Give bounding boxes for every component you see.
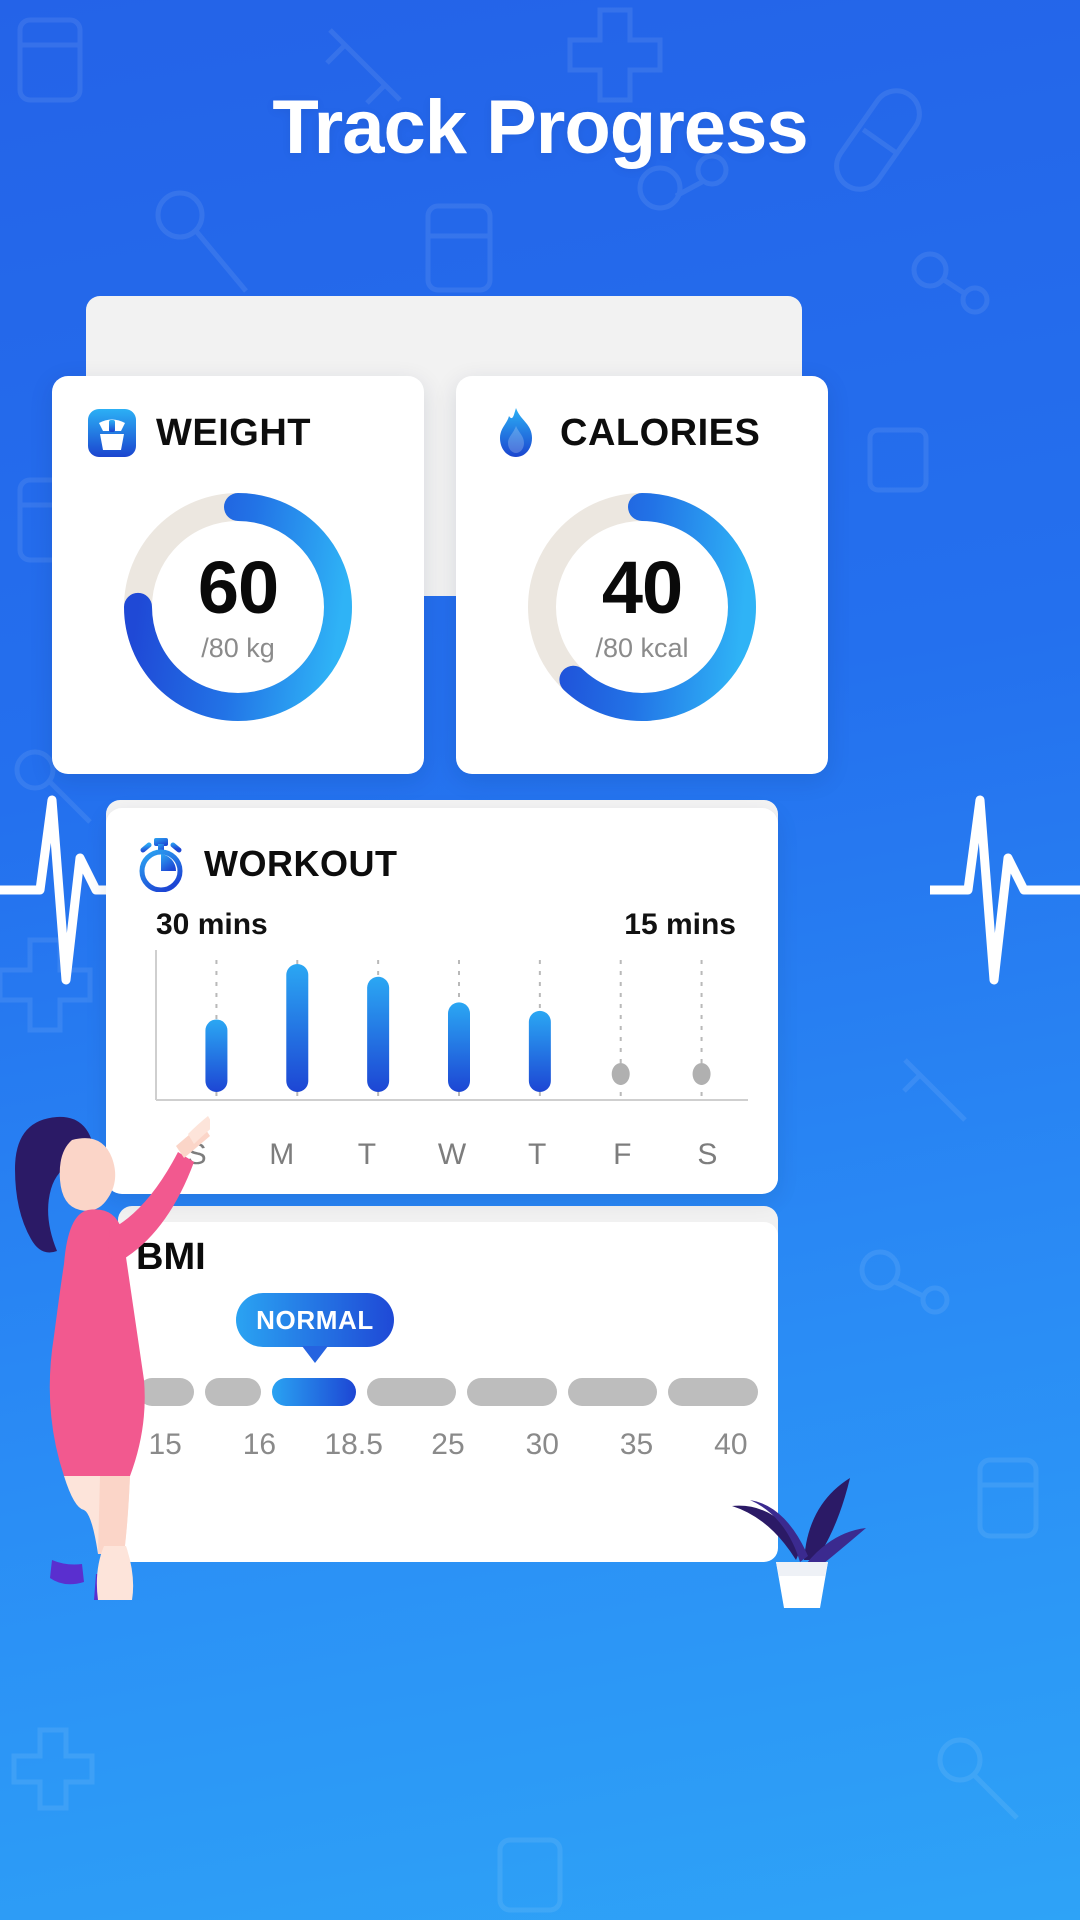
weight-gauge-center: 60 /80 kg [113, 482, 363, 732]
bmi-tick: 18.5 [324, 1428, 383, 1461]
bmi-tick: 16 [242, 1428, 277, 1461]
bmi-tick: 30 [525, 1428, 559, 1461]
bmi-status-badge[interactable]: NORMAL [236, 1293, 394, 1347]
weight-target: /80 kg [201, 632, 275, 663]
woman-illustration [15, 1116, 210, 1600]
calories-target: /80 kcal [595, 632, 689, 663]
scale-icon [88, 409, 136, 457]
bmi-segment[interactable] [567, 1378, 658, 1406]
flame-icon [500, 408, 532, 457]
page-title: Track Progress [272, 85, 808, 170]
bmi-tick: 25 [431, 1428, 465, 1461]
workout-title: WORKOUT [204, 843, 398, 884]
chart-day-label: W [437, 1138, 467, 1171]
bmi-tick-labels: 15 16 18.5 25 30 35 40 [118, 1428, 778, 1462]
workout-chart-svg [155, 950, 748, 1101]
plant-illustration [732, 1478, 866, 1608]
chart-day-label: M [269, 1138, 295, 1171]
bmi-segment-active[interactable] [271, 1378, 356, 1406]
calories-value: 40 [601, 545, 683, 629]
weight-card-header: WEIGHT [52, 376, 424, 460]
bmi-segment[interactable] [668, 1378, 758, 1406]
workout-range-labels: 30 mins 15 mins [106, 892, 778, 942]
workout-max-label: 30 mins [156, 908, 268, 941]
chart-day-label: F [613, 1138, 632, 1171]
bmi-segment[interactable] [204, 1378, 261, 1406]
chart-day-label: S [697, 1138, 718, 1171]
weight-gauge: 60 /80 kg [113, 482, 363, 732]
bmi-segment[interactable] [366, 1378, 457, 1406]
chart-day-label: T [357, 1138, 377, 1171]
calories-card-title: CALORIES [560, 411, 761, 454]
bmi-tick: 35 [619, 1428, 654, 1461]
weight-card-title: WEIGHT [156, 411, 311, 454]
workout-min-label: 15 mins [624, 908, 736, 941]
weight-card[interactable]: WEIGHT 60 /80 kg [52, 376, 424, 774]
calories-card-header: CALORIES [456, 376, 828, 460]
calories-card[interactable]: CALORIES 40 /80 kcal [456, 376, 828, 774]
workout-day-labels: SMTWTFS [154, 1138, 750, 1172]
bmi-segment[interactable] [467, 1378, 557, 1406]
bmi-status-label: NORMAL [256, 1304, 374, 1335]
calories-gauge: 40 /80 kcal [517, 482, 767, 732]
bmi-scale[interactable] [138, 1378, 758, 1406]
weight-value: 60 [197, 545, 279, 629]
calories-gauge-center: 40 /80 kcal [517, 482, 767, 732]
workout-card-header: WORKOUT [106, 808, 778, 892]
workout-bar-chart [154, 948, 750, 1128]
stopwatch-icon [139, 838, 183, 892]
chart-day-label: T [527, 1138, 547, 1171]
